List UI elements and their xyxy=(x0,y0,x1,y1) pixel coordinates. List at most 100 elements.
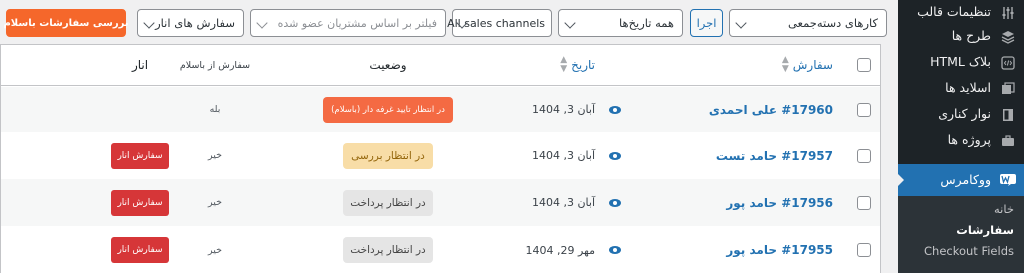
from-basalam-cell: بله xyxy=(165,87,265,132)
date-cell: آبان 3, 1404 xyxy=(465,132,595,179)
status-cell: در انتظار پرداخت xyxy=(323,226,453,273)
from-basalam-value: خیر xyxy=(208,197,222,208)
anar-order-button[interactable]: سفارش انار xyxy=(111,142,169,169)
anar-column-header: انار xyxy=(131,58,149,72)
bulk-actions-select[interactable]: کارهای دسته‌جمعی xyxy=(729,9,887,37)
status-cell: در انتظار پرداخت xyxy=(323,179,453,226)
status-badge: در انتظار پرداخت xyxy=(343,237,433,263)
preview-eye-icon[interactable] xyxy=(605,179,625,226)
row-checkbox[interactable] xyxy=(857,179,871,226)
date-cell: مهر 29, 1404 xyxy=(465,226,595,273)
orders-table: سفارش ▲ ▼ تاریخ ▲ ▼ وضعیت سفارش از باسلام ان… xyxy=(0,44,881,273)
from-basalam-value: خیر xyxy=(208,244,222,256)
submenu-item-home[interactable]: خانه xyxy=(994,202,1014,216)
anar-cell: سفارش انار xyxy=(100,132,180,179)
briefcase-icon xyxy=(1000,133,1016,149)
apply-button[interactable]: اجرا xyxy=(690,9,723,37)
table-row[interactable]: #17956 حامد پور آبان 3, 1404 در انتظار پ… xyxy=(1,179,880,226)
main-content: کارهای دسته‌جمعی اجرا همه تاریخ‌ها All s… xyxy=(0,0,898,273)
order-link[interactable]: #17956 حامد پور xyxy=(726,196,833,210)
sidebar-item-designs[interactable]: طرح ها xyxy=(898,24,1024,50)
date-header-label: تاریخ xyxy=(571,58,595,72)
order-date: مهر 29, 1404 xyxy=(525,243,595,257)
date-filter-label: همه تاریخ‌ها xyxy=(619,16,674,30)
active-indicator xyxy=(897,173,904,187)
from-basalam-column-header: سفارش از باسلام xyxy=(179,59,251,71)
anar-order-button[interactable]: سفارش انار xyxy=(111,189,169,216)
chevron-down-icon xyxy=(564,17,576,29)
order-link[interactable]: #17960 علی احمدی xyxy=(709,103,833,117)
code-icon xyxy=(1000,55,1016,71)
sales-channel-select[interactable]: All sales channels xyxy=(447,9,552,37)
filter-bar: کارهای دسته‌جمعی اجرا همه تاریخ‌ها All s… xyxy=(3,9,893,37)
admin-sidebar: تنظیمات قالب طرح ها بلاک HTML اسلاید ها … xyxy=(897,0,1024,273)
table-row[interactable]: #17957 حامد تست آبان 3, 1404 در انتظار ب… xyxy=(1,132,880,179)
anar-cell: سفارش انار xyxy=(100,179,180,226)
sidebar-item-label: نوار کناری xyxy=(938,106,991,121)
sidebar-item-label: طرح ها xyxy=(951,28,991,43)
table-header-row: سفارش ▲ ▼ تاریخ ▲ ▼ وضعیت سفارش از باسلام ان… xyxy=(1,45,880,86)
table-row[interactable]: #17955 حامد پور مهر 29, 1404 در انتظار پ… xyxy=(1,226,880,273)
from-basalam-cell: خیر xyxy=(165,226,265,273)
status-column-header: وضعیت xyxy=(369,58,407,72)
order-cell: #17957 حامد تست xyxy=(633,132,833,179)
anar-orders-select[interactable]: سفارش های انار xyxy=(137,9,244,37)
woocommerce-submenu: خانه سفارشات Checkout Fields xyxy=(898,196,1024,273)
preview-eye-icon[interactable] xyxy=(605,132,625,179)
sliders-icon xyxy=(1000,5,1016,21)
row-checkbox[interactable] xyxy=(857,226,871,273)
customer-filter-select[interactable]: فیلتر بر اساس مشتریان عضو شده xyxy=(250,9,446,37)
customer-filter-placeholder: فیلتر بر اساس مشتریان عضو شده xyxy=(277,16,437,30)
anar-order-button[interactable]: سفارش انار xyxy=(111,237,169,263)
status-cell: در انتظار بررسی xyxy=(323,132,453,179)
status-badge: در انتظار پرداخت xyxy=(343,189,433,216)
chevron-down-icon xyxy=(143,17,155,29)
order-link[interactable]: #17957 حامد تست xyxy=(716,149,833,163)
select-all-checkbox[interactable] xyxy=(857,45,871,85)
bulk-actions-label: کارهای دسته‌جمعی xyxy=(787,16,878,30)
sidebar-item-sidebar[interactable]: نوار کناری xyxy=(898,102,1024,128)
sidebar-item-label: اسلاید ها xyxy=(945,80,991,95)
anar-orders-label: سفارش های انار xyxy=(155,16,235,30)
sidebar-item-label: پروژه ها xyxy=(947,132,991,147)
order-date: آبان 3, 1404 xyxy=(531,196,595,209)
row-checkbox[interactable] xyxy=(857,132,871,179)
sidebar-item-woocommerce[interactable]: ووکامرس xyxy=(897,164,1024,196)
from-basalam-value: بله xyxy=(209,104,221,115)
order-header-label: سفارش xyxy=(792,58,833,72)
preview-eye-icon[interactable] xyxy=(605,226,625,273)
status-badge: در انتظار بررسی xyxy=(343,142,433,169)
chevron-down-icon xyxy=(256,17,268,29)
sort-icon: ▲ ▼ xyxy=(560,55,568,74)
order-cell: #17955 حامد پور xyxy=(633,226,833,273)
date-filter-select[interactable]: همه تاریخ‌ها xyxy=(558,9,683,37)
from-basalam-cell: خیر xyxy=(165,132,265,179)
sidebar-item-projects[interactable]: پروژه ها xyxy=(898,128,1024,154)
sidebar-item-theme-settings[interactable]: تنظیمات قالب xyxy=(898,0,1024,26)
chevron-down-icon xyxy=(735,17,747,29)
sidebar-icon xyxy=(1000,107,1016,123)
anar-cell: سفارش انار xyxy=(100,226,180,273)
sort-icon: ▲ ▼ xyxy=(781,55,789,74)
status-badge: در انتظار تایید غرفه دار (باسلام) xyxy=(323,96,453,123)
row-checkbox[interactable] xyxy=(857,87,871,132)
table-row[interactable]: #17960 علی احمدی آبان 3, 1404 در انتظار … xyxy=(1,87,880,132)
sidebar-item-label: ووکامرس xyxy=(940,172,991,187)
date-cell: آبان 3, 1404 xyxy=(465,87,595,132)
sidebar-item-slides[interactable]: اسلاید ها xyxy=(898,76,1024,102)
status-cell: در انتظار تایید غرفه دار (باسلام) xyxy=(323,87,453,132)
sidebar-item-html-block[interactable]: بلاک HTML xyxy=(898,50,1024,76)
slides-icon xyxy=(1000,81,1016,97)
review-basalam-orders-button[interactable]: بررسی سفارشات باسلام xyxy=(3,9,129,37)
order-column-header[interactable]: سفارش ▲ ▼ xyxy=(633,45,833,85)
order-cell: #17956 حامد پور xyxy=(633,179,833,226)
date-column-header[interactable]: تاریخ ▲ ▼ xyxy=(465,45,595,85)
submenu-item-checkout-fields[interactable]: Checkout Fields xyxy=(924,244,1014,258)
preview-eye-icon[interactable] xyxy=(605,87,625,132)
sidebar-item-label: بلاک HTML xyxy=(930,54,991,69)
order-link[interactable]: #17955 حامد پور xyxy=(726,243,833,257)
order-date: آبان 3, 1404 xyxy=(531,149,595,162)
layers-icon xyxy=(1000,29,1016,45)
submenu-item-orders[interactable]: سفارشات xyxy=(956,223,1014,237)
order-date: آبان 3, 1404 xyxy=(531,103,595,116)
